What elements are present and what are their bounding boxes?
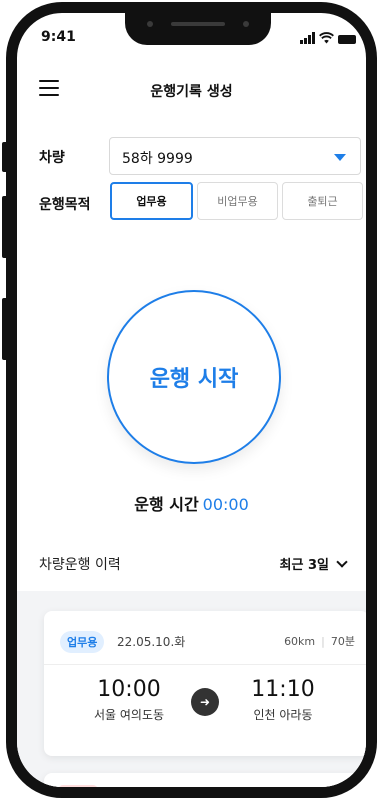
- start-drive-button[interactable]: 운행 시작: [107, 290, 281, 464]
- purpose-option-non-business[interactable]: 비업무용: [197, 182, 278, 220]
- drive-time-value: 00:00: [202, 495, 249, 514]
- history-range-dropdown[interactable]: 최근 3일: [279, 554, 348, 573]
- top-bar: 운행기록 생성: [17, 71, 366, 107]
- card-divider: [44, 664, 366, 665]
- history-duration: 70분: [330, 635, 355, 648]
- sensor-icon: [243, 21, 249, 27]
- purpose-badge: 업무용: [60, 631, 105, 653]
- vehicle-select[interactable]: 58하 9999: [109, 137, 361, 175]
- history-list: 업무용 22.05.10.화 60km | 70분 10:00 서울 여의도동 ➜ …: [17, 591, 366, 787]
- vehicle-value: 58하 9999: [122, 151, 193, 167]
- status-time: 9:41: [41, 29, 76, 45]
- history-card-partial[interactable]: [44, 773, 366, 787]
- status-icons: [300, 32, 356, 44]
- depart-stop: 10:00 서울 여의도동: [74, 677, 184, 723]
- purpose-label: 운행목적: [39, 197, 91, 213]
- camera-icon: [147, 21, 153, 27]
- arrive-place: 인천 아라동: [253, 708, 313, 722]
- history-header: 차량운행 이력 최근 3일: [17, 554, 366, 578]
- arrow-right-icon: ➜: [191, 688, 219, 716]
- dropdown-caret-icon: [334, 154, 346, 161]
- notch: [125, 13, 271, 45]
- vehicle-label: 차량: [39, 150, 65, 166]
- purpose-badge-partial: [58, 785, 98, 787]
- drive-time-label: 운행 시간: [134, 495, 199, 514]
- page-title: 운행기록 생성: [150, 84, 233, 100]
- history-date: 22.05.10.화: [117, 635, 186, 649]
- speaker-grille: [171, 22, 225, 26]
- arrive-time: 11:10: [251, 677, 315, 702]
- purpose-option-business[interactable]: 업무용: [110, 182, 193, 220]
- arrive-stop: 11:10 인천 아라동: [228, 677, 338, 723]
- history-title: 차량운행 이력: [39, 557, 121, 573]
- meta-separator: |: [321, 635, 325, 648]
- depart-time: 10:00: [97, 677, 161, 702]
- history-card[interactable]: 업무용 22.05.10.화 60km | 70분 10:00 서울 여의도동 ➜ …: [44, 611, 366, 756]
- phone-frame: 9:41 운행기록 생성 차량 58하 9999 운행목적 업무용 비업무용 출: [6, 2, 377, 798]
- drive-time: 운행 시간 00:00: [17, 491, 366, 515]
- history-distance: 60km: [284, 635, 316, 648]
- chevron-down-icon: [336, 556, 348, 568]
- battery-icon: [338, 35, 356, 44]
- signal-icon: [300, 32, 315, 44]
- history-meta: 60km | 70분: [284, 633, 355, 649]
- history-range-label: 최근 3일: [279, 558, 329, 573]
- purpose-option-commute[interactable]: 출퇴근: [282, 182, 363, 220]
- depart-place: 서울 여의도동: [93, 708, 165, 722]
- wifi-icon: [319, 32, 334, 44]
